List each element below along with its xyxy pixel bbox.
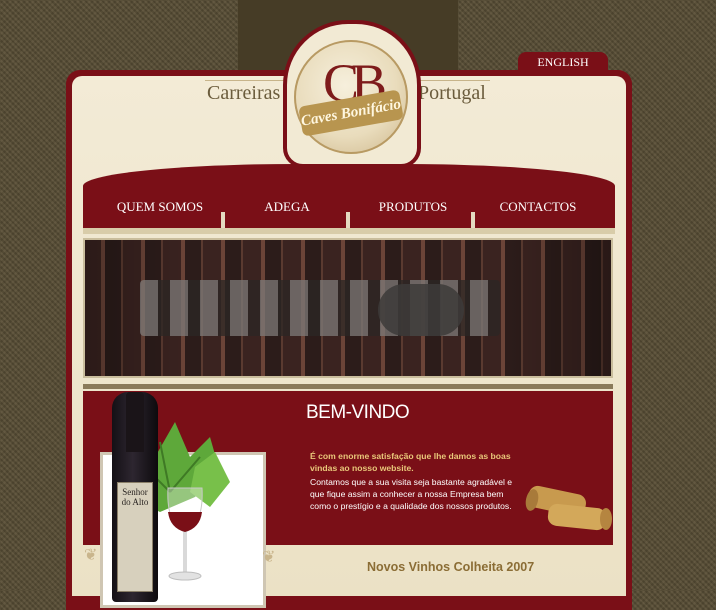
welcome-lead-text: É com enorme satisfação que lhe damos as… [310,451,511,473]
nav-separator [221,212,225,228]
nav-item-quem-somos[interactable]: QUEM SOMOS [105,199,215,215]
language-english-link[interactable]: ENGLISH [518,52,608,74]
brand-rule-left [205,80,285,81]
news-title-link[interactable]: Novos Vinhos Colheita 2007 [367,560,534,574]
welcome-title: BEM-VINDO [306,402,410,423]
flourish-ornament: ❦ [262,547,276,566]
wine-bottle-neck [126,392,144,452]
hero-press-arm [378,284,464,336]
welcome-body-text: Contamos que a sua visita seja bastante … [310,477,513,511]
nav-item-produtos[interactable]: PRODUTOS [358,199,468,215]
nav-separator [471,212,475,228]
wine-bottle-label: Senhor do Alto [117,482,153,592]
wine-glass-image [167,487,203,581]
brand-text-right: Portugal [418,82,486,104]
brand-rule-right [412,80,490,81]
brand-text-left: Carreiras [207,82,281,104]
flourish-ornament: ❦ [84,545,98,564]
nav-item-contactos[interactable]: CONTACTOS [483,199,593,215]
nav-item-adega[interactable]: ADEGA [232,199,342,215]
nav-underline [83,228,615,234]
nav-separator [346,212,350,228]
corks-image [525,485,612,531]
section-divider [83,384,613,389]
